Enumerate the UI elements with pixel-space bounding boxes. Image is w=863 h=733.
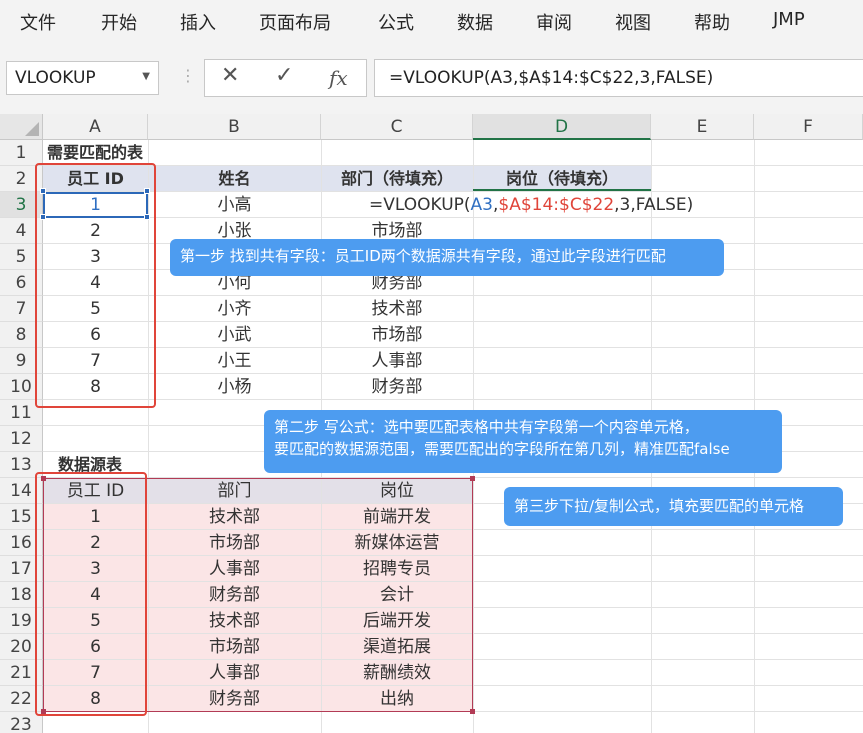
tab-home[interactable]: 开始 [101,9,137,35]
table1-cell-name[interactable]: 小杨 [148,374,321,400]
formula-input[interactable]: =VLOOKUP(A3,$A$14:$C$22,3,FALSE) [374,59,863,97]
callout-step2: 第二步 写公式：选中要匹配表格中共有字段第一个内容单元格， 要匹配的数据源范围，… [264,410,782,473]
table1-cell-dept[interactable]: 市场部 [321,322,473,348]
grip-icon: ⋮ [180,66,196,85]
column-header-a[interactable]: A [43,114,148,140]
formula-buttons: ✕ ✓ fx [204,59,367,97]
table1-header-dept: 部门（待填充） [340,169,453,188]
table1-cell-dept[interactable]: 人事部 [321,348,473,374]
name-box-value: VLOOKUP [15,68,96,88]
table1-cell-dept[interactable]: 财务部 [321,374,473,400]
formula-bar: VLOOKUP ▼ ⋮ ✕ ✓ fx =VLOOKUP(A3,$A$14:$C$… [0,46,863,114]
ribbon: 文件 开始 插入 页面布局 公式 数据 审阅 视图 帮助 JMP [0,0,863,46]
insert-function-icon[interactable]: fx [329,66,348,90]
callout-step1: 第一步 找到共有字段：员工ID两个数据源共有字段，通过此字段进行匹配 [170,239,724,276]
formula-ref-a3: A3 [470,195,493,215]
row-header[interactable]: 1 [0,140,43,166]
tab-file[interactable]: 文件 [20,9,56,35]
row-header[interactable]: 12 [0,426,43,452]
chevron-down-icon[interactable]: ▼ [142,71,150,82]
formula-text: =VLOOKUP( [369,195,471,215]
column-header-f[interactable]: F [754,114,863,140]
select-all-icon [25,122,39,136]
column-header-c[interactable]: C [321,114,473,140]
callout-step2-line1: 第二步 写公式：选中要匹配表格中共有字段第一个内容单元格， [274,418,699,436]
select-all-button[interactable] [0,114,43,140]
name-box[interactable]: VLOOKUP ▼ [6,61,159,95]
table1-cell-name[interactable]: 小王 [148,348,321,374]
tab-review[interactable]: 审阅 [536,9,572,35]
callout-step3: 第三步下拉/复制公式，填充要匹配的单元格 [504,487,843,526]
tab-help[interactable]: 帮助 [694,9,730,35]
column-header-e[interactable]: E [651,114,754,140]
table1-cell-name[interactable]: 小武 [148,322,321,348]
shared-field-highlight-table1 [35,163,156,408]
callout-step2-line2: 要匹配的数据源范围，需要匹配出的字段所在第几列，精准匹配false [274,440,730,458]
range-handle[interactable] [470,476,475,481]
tab-page-layout[interactable]: 页面布局 [259,9,331,35]
column-header-d[interactable]: D [473,114,651,140]
shared-field-highlight-table2 [35,472,147,716]
table1-header-name: 姓名 [218,169,251,188]
tab-formulas[interactable]: 公式 [378,9,414,35]
tab-data[interactable]: 数据 [457,9,493,35]
formula-ref-range: $A$14:$C$22 [498,195,615,215]
c3-formula-cell[interactable]: =VLOOKUP(A3,$A$14:$C$22,3,FALSE) [369,192,693,218]
table1-cell-name[interactable]: 小齐 [148,296,321,322]
table1-header-position: 岗位（待填充） [505,169,618,188]
tab-view[interactable]: 视图 [615,9,651,35]
column-header-b[interactable]: B [148,114,321,140]
formula-input-value: =VLOOKUP(A3,$A$14:$C$22,3,FALSE) [389,68,714,88]
range-handle[interactable] [470,709,475,714]
table1-cell-dept[interactable]: 技术部 [321,296,473,322]
formula-text: ,3,FALSE) [614,195,694,215]
tab-jmp[interactable]: JMP [773,9,805,30]
cancel-icon[interactable]: ✕ [221,63,239,88]
tab-insert[interactable]: 插入 [180,9,216,35]
table1-cell-name[interactable]: 小高 [148,192,321,218]
enter-icon[interactable]: ✓ [275,63,293,88]
